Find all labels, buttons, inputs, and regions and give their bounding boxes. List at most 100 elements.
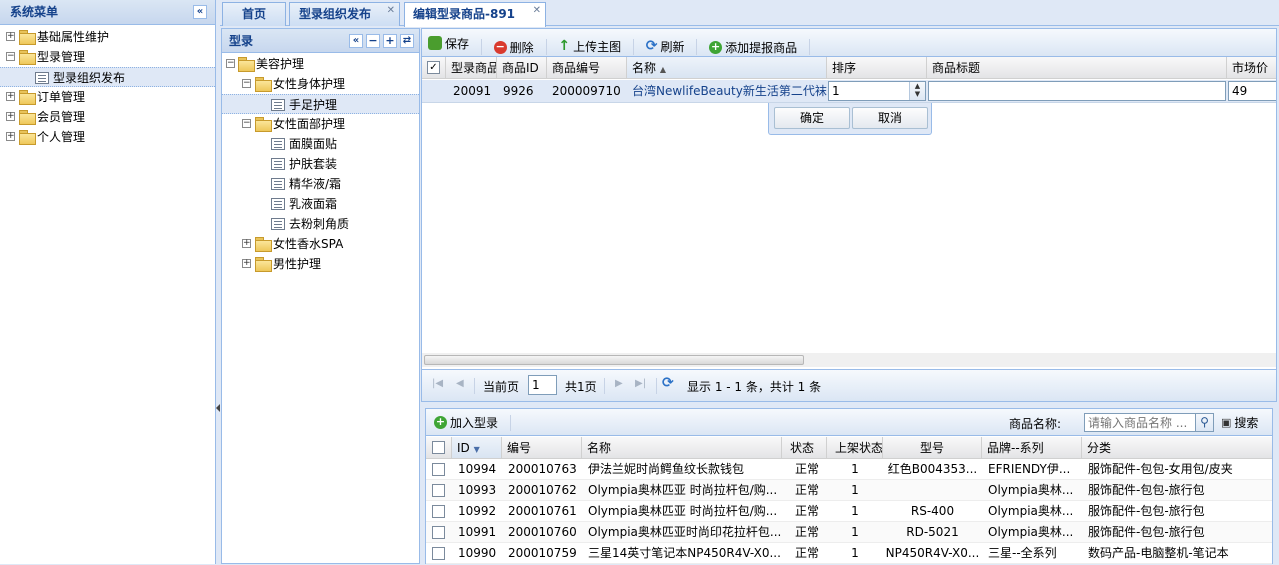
splitter-handle[interactable] (216, 0, 220, 564)
expand-icon[interactable]: + (6, 32, 15, 41)
horizontal-scrollbar[interactable] (422, 353, 1276, 367)
tree-node[interactable]: − 美容护理 (222, 54, 419, 74)
select-all-checkbox[interactable]: ✓ (427, 61, 440, 74)
product-name-link[interactable]: 台湾NewlifeBeauty新生活第二代袜套 (627, 80, 827, 102)
column-header[interactable]: 市场价 (1227, 57, 1276, 78)
shelf-cell: 1 (851, 525, 859, 539)
tree-node[interactable]: + 女性香水SPA (222, 234, 419, 254)
next-page-icon[interactable]: ▶ (615, 378, 623, 389)
row-checkbox[interactable] (432, 547, 445, 560)
table-row[interactable]: 10991 200010760 Olympia奥林匹亚时尚印花拉杆包... 正常… (426, 522, 1272, 543)
menu-item-orders[interactable]: + 订单管理 (0, 87, 215, 107)
product-name-search-input[interactable] (1084, 413, 1196, 432)
market-price-input[interactable] (1229, 82, 1275, 100)
tab-edit-catalog-item[interactable]: 编辑型录商品-891 ✕ (404, 2, 546, 27)
column-header[interactable]: 上架状态 (827, 437, 883, 458)
tree-node[interactable]: + 男性护理 (222, 254, 419, 274)
tree-node[interactable]: 护肤套装 (222, 154, 419, 174)
folder-open-icon (255, 77, 272, 92)
scrollbar-thumb[interactable] (424, 355, 804, 365)
column-header[interactable]: 分类 (1082, 437, 1272, 458)
product-code-cell: 200009710 (552, 84, 621, 98)
menu-item-personal[interactable]: + 个人管理 (0, 127, 215, 147)
close-icon[interactable]: ✕ (387, 0, 395, 22)
menu-item-basic-attr[interactable]: + 基础属性维护 (0, 27, 215, 47)
spinner-arrows-icon[interactable]: ▲ ▼ (909, 82, 925, 100)
column-header[interactable]: 品牌--系列 (982, 437, 1082, 458)
confirm-button[interactable]: 确定 (774, 107, 850, 129)
menu-item-catalog-manage[interactable]: − 型录管理 (0, 47, 215, 67)
tree-node[interactable]: 精华液/霜 (222, 174, 419, 194)
column-header[interactable]: 编号 (502, 437, 582, 458)
minus-icon[interactable]: − (366, 34, 380, 48)
collapse-node-icon[interactable]: − (226, 59, 235, 68)
menu-item-members[interactable]: + 会员管理 (0, 107, 215, 127)
upload-image-button[interactable]: ↑ 上传主图 (554, 35, 625, 57)
delete-button[interactable]: − 删除 (490, 37, 538, 59)
tree-node[interactable]: − 女性身体护理 (222, 74, 419, 94)
close-icon[interactable]: ✕ (533, 0, 541, 22)
column-header[interactable]: 商品标题 (927, 57, 1227, 78)
name-cell: 伊法兰妮时尚鳄鱼纹长款钱包 (588, 462, 745, 476)
collapse-node-icon[interactable]: − (6, 52, 15, 61)
cancel-button[interactable]: 取消 (852, 107, 928, 129)
table-row[interactable]: 10993 200010762 Olympia奥林匹亚 时尚拉杆包/购... 正… (426, 480, 1272, 501)
tree-node[interactable]: 面膜面贴 (222, 134, 419, 154)
expand-icon[interactable]: + (6, 92, 15, 101)
column-header-name[interactable]: 名称 ▲ (627, 57, 827, 78)
save-button[interactable]: 保存 (424, 32, 473, 54)
tab-home[interactable]: 首页 (222, 2, 286, 26)
first-page-icon[interactable]: |◀ (432, 378, 443, 389)
row-checkbox[interactable] (432, 526, 445, 539)
row-checkbox[interactable] (432, 484, 445, 497)
menu-item-catalog-publish[interactable]: 型录组织发布 (0, 67, 215, 87)
table-row[interactable]: 10994 200010763 伊法兰妮时尚鳄鱼纹长款钱包 正常 1 红色B00… (426, 459, 1272, 480)
expand-icon[interactable]: + (6, 132, 15, 141)
last-page-icon[interactable]: ▶| (635, 378, 646, 389)
id-cell: 10990 (458, 546, 497, 560)
collapse-icon[interactable]: « (349, 34, 363, 48)
expand-icon[interactable]: + (242, 239, 251, 248)
title-input[interactable] (929, 82, 1225, 100)
prev-page-icon[interactable]: ◀ (456, 378, 464, 389)
tree-node[interactable]: 去粉刺角质 (222, 214, 419, 234)
collapse-icon[interactable]: « (193, 5, 207, 19)
column-header[interactable]: 排序 (827, 57, 927, 78)
refresh-button[interactable]: ⟳ 刷新 (642, 35, 689, 57)
column-header[interactable]: 型号 (883, 437, 982, 458)
expand-icon[interactable]: + (242, 259, 251, 268)
column-header[interactable]: 状态 (782, 437, 827, 458)
add-to-catalog-button[interactable]: + 加入型录 (430, 411, 502, 433)
add-icon: + (434, 414, 447, 429)
editor-grid-row[interactable]: 20091 9926 200009710 台湾NewlifeBeauty新生活第… (422, 80, 1276, 103)
table-row[interactable]: 10990 200010759 三星14英寸笔记本NP450R4V-X0... … (426, 543, 1272, 564)
expand-icon[interactable]: + (6, 112, 15, 121)
page-number-input[interactable] (528, 375, 557, 395)
column-header[interactable]: 名称 (582, 437, 782, 458)
column-header-id[interactable]: ID ▼ (452, 437, 502, 458)
tree-node-selected[interactable]: 手足护理 (222, 94, 419, 114)
collapse-node-icon[interactable]: − (242, 79, 251, 88)
sort-spinner[interactable]: ▲▼ (828, 81, 926, 101)
column-header[interactable]: 商品ID (497, 57, 547, 78)
column-header[interactable]: 型录商品 (446, 57, 497, 78)
add-submitted-product-button[interactable]: + 添加提报商品 (705, 37, 801, 59)
brand-cell: Olympia奥林... (988, 525, 1074, 539)
plus-icon[interactable]: + (383, 34, 397, 48)
catalog-tree-title: 型录 (229, 34, 254, 48)
row-checkbox[interactable] (432, 505, 445, 518)
refresh-icon[interactable]: ⟳ (662, 375, 674, 391)
collapse-node-icon[interactable]: − (242, 119, 251, 128)
tree-node[interactable]: 乳液面霜 (222, 194, 419, 214)
tab-catalog-publish[interactable]: 型录组织发布 ✕ (289, 2, 400, 26)
left-menu-panel: 系统菜单 « + 基础属性维护 − 型录管理 型录组织发布 + 订单管理 + 会… (0, 0, 216, 564)
tree-node[interactable]: − 女性面部护理 (222, 114, 419, 134)
search-icon[interactable]: ⚲ (1196, 413, 1214, 432)
select-all-checkbox[interactable] (432, 441, 445, 454)
row-checkbox[interactable] (432, 463, 445, 476)
refresh-icon[interactable]: ⇄ (400, 34, 414, 48)
search-button[interactable]: ▣ 搜索 (1217, 411, 1262, 433)
sort-input[interactable] (829, 82, 909, 100)
table-row[interactable]: 10992 200010761 Olympia奥林匹亚 时尚拉杆包/购... 正… (426, 501, 1272, 522)
column-header[interactable]: 商品编号 (547, 57, 627, 78)
